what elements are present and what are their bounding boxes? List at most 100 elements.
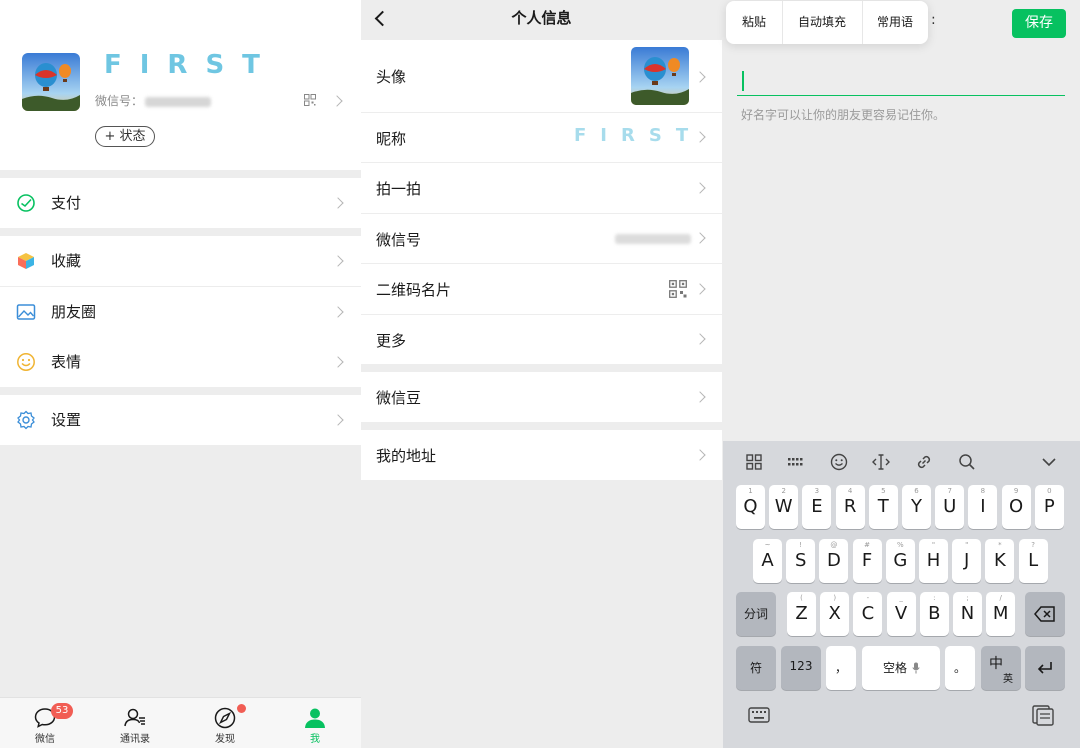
menu-common-phrases[interactable]: 常用语	[862, 1, 928, 44]
space-key[interactable]: 空格	[862, 646, 940, 690]
key-f[interactable]: # F	[852, 539, 882, 583]
enter-key[interactable]	[1025, 646, 1065, 690]
me-icon	[305, 708, 325, 728]
row-qr-card[interactable]: 二维码名片	[361, 264, 722, 314]
key-l[interactable]: ? L	[1018, 539, 1048, 583]
key-q[interactable]: 1Q	[736, 485, 765, 529]
menu-item-favorites[interactable]: 收藏	[0, 236, 361, 286]
sticker-icon	[17, 353, 35, 371]
key-h[interactable]: " H	[919, 539, 948, 583]
chevron-right-icon	[332, 197, 344, 209]
tab-chats[interactable]: 53 微信	[0, 698, 90, 748]
key-label: K	[993, 550, 1006, 571]
key-k[interactable]: * K	[985, 539, 1015, 583]
row-more[interactable]: 更多	[361, 315, 722, 364]
language-switch-key[interactable]: 中 英	[981, 646, 1021, 690]
key-label: Q	[743, 496, 758, 517]
cursor-move-icon[interactable]	[871, 452, 891, 472]
key-e[interactable]: 3E	[802, 485, 832, 529]
key-z[interactable]: (Z	[787, 592, 816, 636]
clipboard-icon[interactable]	[1030, 703, 1056, 727]
edit-nickname-panel: : 保存 粘贴 自动填充 常用语 好名字可以让你的朋友更容易记住你。 1 Q 2…	[723, 0, 1080, 748]
key-m[interactable]: / M	[986, 592, 1016, 636]
wechat-id: 微信号：	[95, 92, 212, 109]
row-my-address[interactable]: 我的地址	[361, 430, 722, 480]
key-y[interactable]: 6Y	[902, 485, 931, 529]
key-a[interactable]: ~ A	[753, 539, 782, 583]
collapse-keyboard-icon[interactable]	[1039, 452, 1059, 472]
tab-me[interactable]: 我	[270, 698, 360, 748]
comma-key[interactable]: ，	[826, 646, 856, 690]
key-x[interactable]: ) X	[820, 592, 850, 636]
key-g[interactable]: % G	[885, 539, 915, 583]
apps-grid-icon[interactable]	[744, 452, 764, 472]
menu-autofill[interactable]: 自动填充	[782, 1, 862, 44]
key-label: F	[861, 550, 873, 571]
row-label: 拍一拍	[376, 180, 422, 198]
key-w[interactable]: 2W	[769, 485, 799, 529]
key-o[interactable]: 9O	[1001, 485, 1031, 529]
backspace-key[interactable]	[1025, 592, 1065, 636]
add-status-button[interactable]: + 状态	[95, 126, 155, 147]
unread-badge: 53	[51, 703, 73, 719]
menu-item-pay[interactable]: 支付	[0, 178, 361, 228]
menu-label: 表情	[51, 353, 82, 371]
chevron-right-icon	[331, 95, 343, 107]
avatar[interactable]	[631, 47, 689, 105]
key-label: T	[877, 496, 889, 517]
symbol-key[interactable]: 符	[736, 646, 776, 690]
edit-context-menu: 粘贴 自动填充 常用语	[726, 1, 928, 44]
keyboard-layout-icon[interactable]	[786, 452, 806, 472]
menu-paste[interactable]: 粘贴	[726, 1, 782, 44]
segment-key[interactable]: 分词	[736, 592, 776, 636]
profile-header[interactable]: FIRST 微信号： + 状态	[0, 0, 361, 170]
save-button[interactable]: 保存	[1012, 9, 1066, 38]
key-u[interactable]: 7U	[935, 485, 965, 529]
menu-item-settings[interactable]: 设置	[0, 395, 361, 445]
new-moment-dot	[237, 704, 246, 713]
tab-discover[interactable]: 发现	[180, 698, 270, 748]
emoji-icon[interactable]	[829, 452, 849, 472]
key-label: 分词	[743, 607, 768, 621]
key-label: 符	[749, 661, 762, 675]
key-c[interactable]: -C	[853, 592, 883, 636]
key-d[interactable]: @ D	[819, 539, 849, 583]
link-icon[interactable]	[914, 452, 934, 472]
key-i[interactable]: 8I	[968, 485, 998, 529]
tab-label: 发现	[215, 734, 235, 745]
keyboard: 1Q2W3E4R5T6Y7U8I9O0P ~ A! S @ D # F% G " H " J * K? L …	[723, 441, 1080, 748]
page-title: 个人信息	[511, 9, 572, 27]
key-secondary-label: ?	[1031, 541, 1035, 549]
key-j[interactable]: " J	[952, 539, 982, 583]
numbers-key[interactable]: 123	[781, 646, 821, 690]
key-b[interactable]: :B	[919, 592, 949, 636]
qr-code-icon[interactable]	[304, 94, 316, 106]
chevron-right-icon	[694, 391, 706, 403]
tab-contacts[interactable]: 通讯录	[90, 698, 180, 748]
row-wechat-beans[interactable]: 微信豆	[361, 372, 722, 422]
chevron-right-icon	[694, 283, 706, 295]
key-label: P	[1043, 496, 1055, 517]
row-pat[interactable]: 拍一拍	[361, 163, 722, 213]
search-icon[interactable]	[957, 452, 977, 472]
key-n[interactable]: ; N	[953, 592, 982, 636]
chevron-right-icon	[694, 232, 706, 244]
menu-label: 朋友圈	[51, 303, 97, 321]
key-p[interactable]: 0P	[1034, 485, 1064, 529]
key-v[interactable]: _ V	[886, 592, 916, 636]
key-label: R	[843, 496, 857, 517]
key-secondary-label: 2	[781, 487, 786, 495]
nickname: FIRST	[104, 50, 278, 80]
key-s[interactable]: ! S	[786, 539, 816, 583]
menu-item-moments[interactable]: 朋友圈	[0, 287, 361, 337]
menu-item-stickers[interactable]: 表情	[0, 337, 361, 387]
period-key[interactable]: 。	[945, 646, 975, 690]
nickname-input[interactable]	[737, 66, 1065, 96]
key-t[interactable]: 5T	[868, 485, 898, 529]
avatar[interactable]	[22, 53, 80, 111]
keyboard-switch-icon[interactable]	[746, 703, 772, 727]
tab-label: 微信	[35, 734, 55, 745]
key-label: N	[960, 603, 975, 624]
row-label: 我的地址	[376, 447, 437, 465]
key-r[interactable]: 4R	[835, 485, 865, 529]
